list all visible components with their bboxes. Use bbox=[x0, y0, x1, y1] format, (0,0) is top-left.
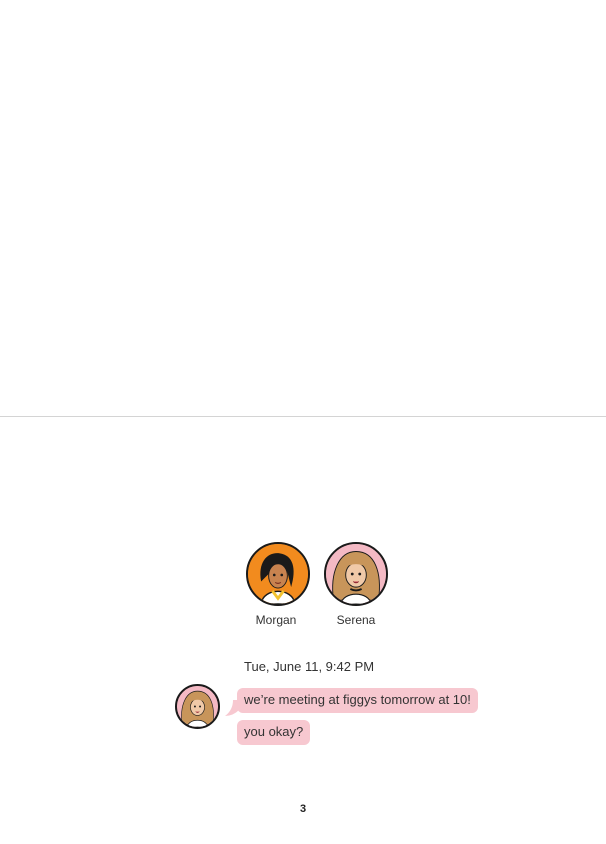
message-timestamp: Tue, June 11, 9:42 PM bbox=[244, 659, 375, 674]
morgan-avatar bbox=[246, 542, 310, 606]
serena-avatar bbox=[324, 542, 388, 606]
participant-name-serena: Serena bbox=[336, 613, 376, 627]
serena-avatar bbox=[175, 684, 220, 729]
page-number: 3 bbox=[299, 803, 307, 815]
message-bubble: you okay? bbox=[237, 720, 311, 745]
participant-name-morgan: Morgan bbox=[255, 613, 297, 627]
page-divider bbox=[0, 416, 606, 417]
message-bubble: we’re meeting at figgys tomorrow at 10! bbox=[237, 688, 478, 713]
